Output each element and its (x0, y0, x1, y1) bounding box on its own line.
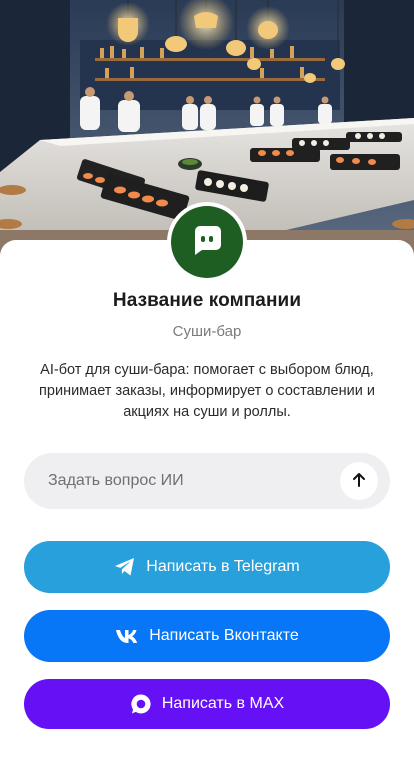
vk-button-label: Написать Вконтакте (149, 627, 299, 644)
telegram-button[interactable]: Написать в Telegram (24, 541, 390, 593)
company-type: Суши-бар (172, 323, 242, 340)
telegram-plane-icon (114, 557, 136, 577)
chat-bot-icon (190, 223, 224, 262)
max-button-label: Написать в MAX (161, 695, 285, 712)
company-name: Название компании (112, 290, 302, 311)
send-button[interactable] (340, 462, 378, 500)
max-button[interactable]: Написать в MAX (24, 679, 390, 729)
telegram-button-label: Написать в Telegram (146, 558, 300, 575)
company-avatar (167, 202, 247, 282)
max-logo-icon (130, 693, 152, 715)
vk-button[interactable]: Написать Вконтакте (24, 610, 390, 662)
company-description: AI-бот для суши-бара: помогает с выбором… (39, 362, 375, 420)
avatar-bg (171, 206, 243, 278)
arrow-up-icon (351, 472, 367, 491)
ask-ai-input[interactable] (48, 453, 338, 509)
vk-logo-icon (115, 629, 139, 643)
ask-ai-box (24, 453, 390, 509)
